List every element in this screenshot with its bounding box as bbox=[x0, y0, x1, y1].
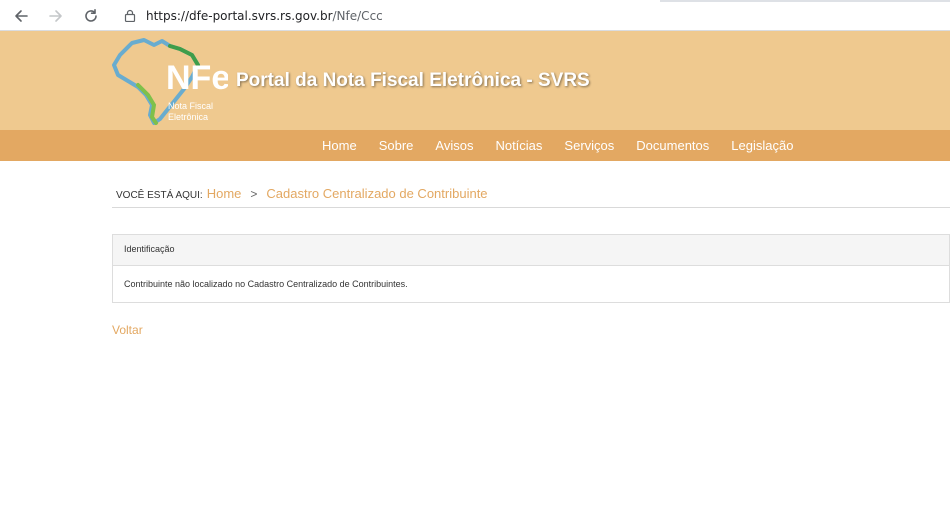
reload-icon bbox=[85, 9, 97, 22]
nav-item-avisos[interactable]: Avisos bbox=[424, 138, 484, 153]
nav-item-legislacao[interactable]: Legislação bbox=[720, 138, 804, 153]
reload-button[interactable] bbox=[80, 5, 102, 27]
browser-toolbar: https://dfe-portal.svrs.rs.gov.br/Nfe/Cc… bbox=[0, 0, 950, 31]
url-path: /Nfe/Ccc bbox=[332, 8, 383, 23]
back-button[interactable] bbox=[10, 5, 32, 27]
lock-icon[interactable] bbox=[122, 8, 138, 24]
nav-item-documentos[interactable]: Documentos bbox=[625, 138, 720, 153]
voltar-link[interactable]: Voltar bbox=[112, 323, 143, 337]
nav-item-servicos[interactable]: Serviços bbox=[553, 138, 625, 153]
nav-item-sobre[interactable]: Sobre bbox=[368, 138, 425, 153]
address-bar[interactable]: https://dfe-portal.svrs.rs.gov.br/Nfe/Cc… bbox=[114, 3, 950, 28]
url-text: https://dfe-portal.svrs.rs.gov.br/Nfe/Cc… bbox=[146, 9, 383, 23]
site-title: Portal da Nota Fiscal Eletrônica - SVRS bbox=[236, 70, 590, 91]
main-nav: Home Sobre Avisos Notícias Serviços Docu… bbox=[0, 130, 950, 161]
forward-button[interactable] bbox=[45, 5, 67, 27]
nav-item-noticias[interactable]: Notícias bbox=[484, 138, 553, 153]
active-tab-edge bbox=[0, 0, 660, 2]
logo-nfe-text: NFe bbox=[166, 59, 228, 97]
back-arrow-icon bbox=[15, 10, 28, 22]
tab-strip bbox=[0, 0, 950, 2]
forward-arrow-icon bbox=[49, 10, 62, 22]
logo-subtext-line1: Nota Fiscal bbox=[168, 101, 213, 111]
panel-message: Contribuinte não localizado no Cadastro … bbox=[124, 279, 408, 289]
breadcrumb-label: VOCÊ ESTÁ AQUI: bbox=[116, 190, 203, 201]
nfe-logo[interactable]: NFe Nota Fiscal Eletrônica bbox=[110, 37, 228, 127]
breadcrumb-current[interactable]: Cadastro Centralizado de Contribuinte bbox=[266, 186, 487, 201]
breadcrumb-home-link[interactable]: Home bbox=[207, 186, 242, 201]
breadcrumb: VOCÊ ESTÁ AQUI: Home > Cadastro Centrali… bbox=[112, 186, 950, 208]
panel-heading: Identificação bbox=[113, 235, 949, 266]
nav-item-home[interactable]: Home bbox=[311, 138, 368, 153]
logo-subtext-line2: Eletrônica bbox=[168, 112, 208, 122]
url-host: https://dfe-portal.svrs.rs.gov.br bbox=[146, 8, 333, 23]
identification-panel: Identificação Contribuinte não localizad… bbox=[112, 234, 950, 303]
breadcrumb-separator: > bbox=[250, 187, 258, 201]
